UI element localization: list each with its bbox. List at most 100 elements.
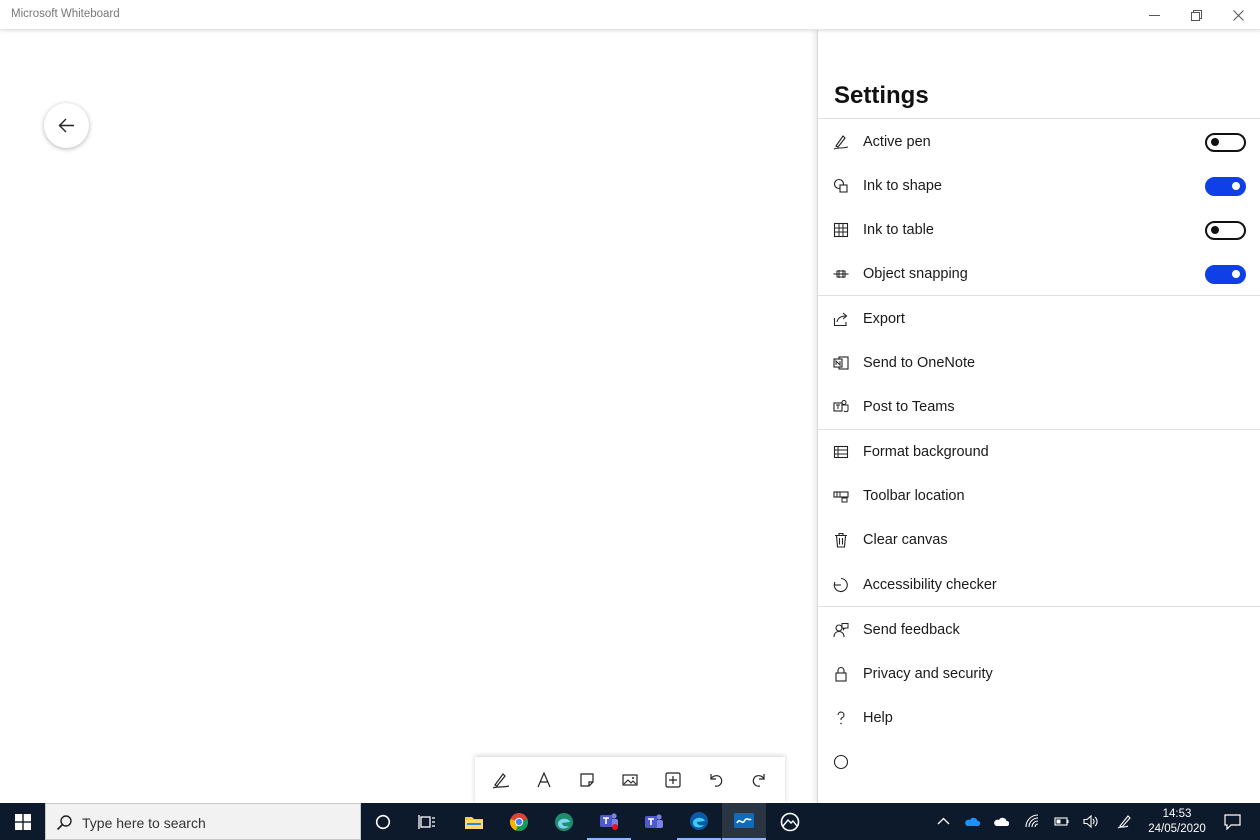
menu-export[interactable]: Export [818, 299, 1260, 339]
setting-label: Object snapping [863, 266, 968, 282]
file-explorer-button[interactable] [452, 803, 496, 840]
minimize-button[interactable] [1133, 0, 1175, 30]
clock[interactable]: 14:53 24/05/2020 [1142, 803, 1212, 840]
teams-alt-button[interactable] [632, 803, 676, 840]
snapping-icon [832, 265, 850, 283]
menu-send-to-onenote[interactable]: Send to OneNote [818, 343, 1260, 383]
divider [818, 295, 1260, 296]
pen-icon [832, 133, 850, 151]
photos-button[interactable] [768, 803, 812, 840]
menu-item-partial[interactable] [818, 742, 1260, 782]
setting-object-snapping[interactable]: Object snapping [818, 254, 1260, 294]
wifi-icon [1025, 814, 1039, 828]
title-bar: Microsoft Whiteboard [0, 0, 1260, 30]
pen-workspace-button[interactable] [1110, 803, 1139, 840]
battery-icon [1054, 817, 1069, 826]
onedrive-icon [965, 817, 980, 826]
teams-icon [832, 398, 850, 416]
undo-button[interactable] [698, 762, 734, 798]
menu-label: Post to Teams [863, 399, 955, 415]
menu-label: Format background [863, 444, 989, 460]
edge-beta-button[interactable] [542, 803, 586, 840]
menu-accessibility-checker[interactable]: Accessibility checker [818, 565, 1260, 605]
divider [818, 429, 1260, 430]
cloud-icon [994, 817, 1009, 826]
edge-button[interactable] [677, 803, 721, 840]
chrome-button[interactable] [497, 803, 541, 840]
whiteboard-canvas[interactable] [0, 30, 818, 803]
setting-label: Ink to table [863, 222, 934, 238]
trash-icon [832, 531, 850, 549]
ink-to-shape-toggle[interactable] [1205, 176, 1246, 196]
text-tool-button[interactable] [526, 762, 562, 798]
cortana-button[interactable] [361, 803, 405, 840]
table-icon [832, 221, 850, 239]
menu-label: Clear canvas [863, 532, 948, 548]
window-title: Microsoft Whiteboard [11, 8, 120, 20]
teams-icon [645, 813, 663, 828]
sticky-note-button[interactable] [569, 762, 605, 798]
menu-clear-canvas[interactable]: Clear canvas [818, 520, 1260, 560]
settings-panel: Settings Active pen Ink to shape Ink to … [817, 30, 1260, 803]
onedrive-personal-button[interactable] [987, 803, 1016, 840]
menu-format-background[interactable]: Format background [818, 432, 1260, 472]
onedrive-button[interactable] [958, 803, 987, 840]
action-center-button[interactable] [1214, 803, 1250, 840]
redo-icon [753, 774, 766, 787]
taskbar: Type here to search 14:53 24/05/2020 [0, 803, 1260, 840]
add-button[interactable] [655, 762, 691, 798]
setting-label: Ink to shape [863, 178, 942, 194]
close-button[interactable] [1217, 0, 1259, 30]
pen-icon [492, 773, 509, 789]
ink-to-shape-icon [832, 177, 850, 195]
onenote-icon [832, 354, 850, 372]
pen-tool-button[interactable] [483, 762, 519, 798]
export-icon [832, 310, 850, 328]
teams-button[interactable] [587, 803, 631, 840]
clock-date: 24/05/2020 [1148, 822, 1206, 835]
menu-help[interactable]: Help [818, 698, 1260, 738]
taskbar-search[interactable]: Type here to search [45, 803, 361, 840]
restore-button[interactable] [1175, 0, 1217, 30]
accessibility-icon [832, 576, 850, 594]
text-icon [537, 771, 551, 788]
minimize-icon [1148, 14, 1160, 16]
menu-post-to-teams[interactable]: Post to Teams [818, 387, 1260, 427]
redo-button[interactable] [741, 762, 777, 798]
background-icon [832, 443, 850, 461]
setting-ink-to-shape[interactable]: Ink to shape [818, 166, 1260, 206]
speaker-icon [1083, 814, 1098, 829]
search-placeholder: Type here to search [82, 815, 206, 831]
chrome-icon [509, 812, 529, 831]
search-icon [56, 815, 72, 831]
start-button[interactable] [0, 803, 45, 840]
menu-privacy-and-security[interactable]: Privacy and security [818, 654, 1260, 694]
battery-button[interactable] [1047, 803, 1076, 840]
volume-button[interactable] [1076, 803, 1105, 840]
lock-icon [832, 665, 850, 683]
ink-to-table-toggle[interactable] [1205, 220, 1246, 240]
clock-time: 14:53 [1162, 807, 1192, 820]
restore-icon [1190, 9, 1202, 21]
cortana-icon [375, 814, 391, 829]
menu-label: Send feedback [863, 622, 960, 638]
object-snapping-toggle[interactable] [1205, 264, 1246, 284]
menu-send-feedback[interactable]: Send feedback [818, 610, 1260, 650]
network-button[interactable] [1018, 803, 1047, 840]
menu-label: Send to OneNote [863, 355, 976, 371]
active-pen-toggle[interactable] [1205, 132, 1246, 152]
image-button[interactable] [612, 762, 648, 798]
whiteboard-icon [734, 812, 754, 828]
menu-label: Privacy and security [863, 666, 993, 682]
setting-ink-to-table[interactable]: Ink to table [818, 210, 1260, 250]
setting-active-pen[interactable]: Active pen [818, 122, 1260, 162]
whiteboard-button[interactable] [722, 803, 766, 840]
back-button[interactable] [44, 103, 89, 148]
sticky-note-icon [580, 773, 594, 787]
menu-toolbar-location[interactable]: Toolbar location [818, 476, 1260, 516]
show-hidden-icons-button[interactable] [929, 803, 958, 840]
about-icon [832, 753, 850, 771]
task-view-button[interactable] [405, 803, 449, 840]
menu-label: Toolbar location [863, 488, 965, 504]
undo-icon [710, 774, 723, 787]
